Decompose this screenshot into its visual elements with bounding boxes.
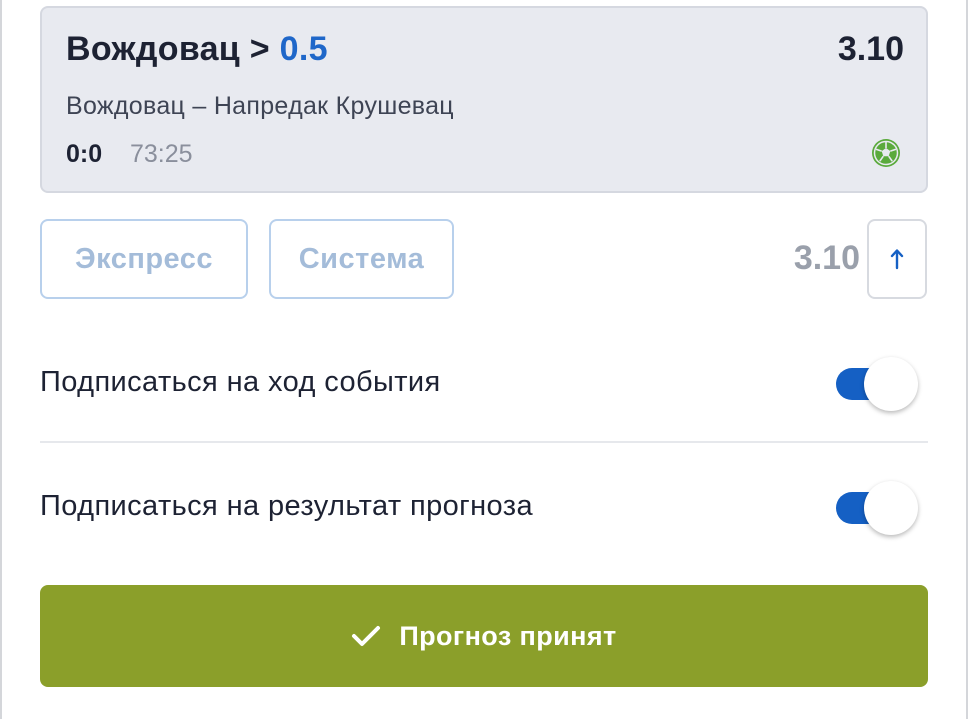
bet-accepted-button[interactable]: Прогноз принят <box>40 585 928 687</box>
subscription-label-event: Подписаться на ход события <box>40 366 441 398</box>
subscription-label-result: Подписаться на результат прогноза <box>40 490 533 522</box>
window-border-left <box>0 0 2 719</box>
subscription-row-result: Подписаться на результат прогноза <box>40 479 928 539</box>
toggle-event-subscription[interactable] <box>836 355 920 411</box>
bet-odd: 3.10 <box>837 30 904 68</box>
arrow-up-icon <box>890 249 904 270</box>
toggle-knob <box>864 357 918 411</box>
bet-outcome-line: 0.5 <box>279 30 328 68</box>
odd-trend-button[interactable] <box>867 219 927 299</box>
soccer-ball-icon <box>872 139 900 167</box>
toggle-knob <box>864 481 918 535</box>
match-score: 0:0 <box>66 140 103 168</box>
system-button[interactable]: Система <box>269 219 454 299</box>
match-time: 73:25 <box>130 140 193 168</box>
check-icon <box>352 626 381 646</box>
bet-card: Вождовац > 0.5 3.10 Вождовац – Напредак … <box>40 6 928 193</box>
express-button[interactable]: Экспресс <box>40 219 248 299</box>
divider <box>40 441 928 443</box>
bet-outcome-name: Вождовац > <box>66 30 270 68</box>
toggle-result-subscription[interactable] <box>836 479 920 535</box>
bet-accepted-label: Прогноз принят <box>399 620 617 651</box>
total-odd: 3.10 <box>793 239 860 277</box>
bet-outcome: Вождовац > 0.5 <box>66 30 328 69</box>
subscription-row-event: Подписаться на ход события <box>40 355 928 415</box>
match-name: Вождовац – Напредак Крушевац <box>66 92 454 120</box>
